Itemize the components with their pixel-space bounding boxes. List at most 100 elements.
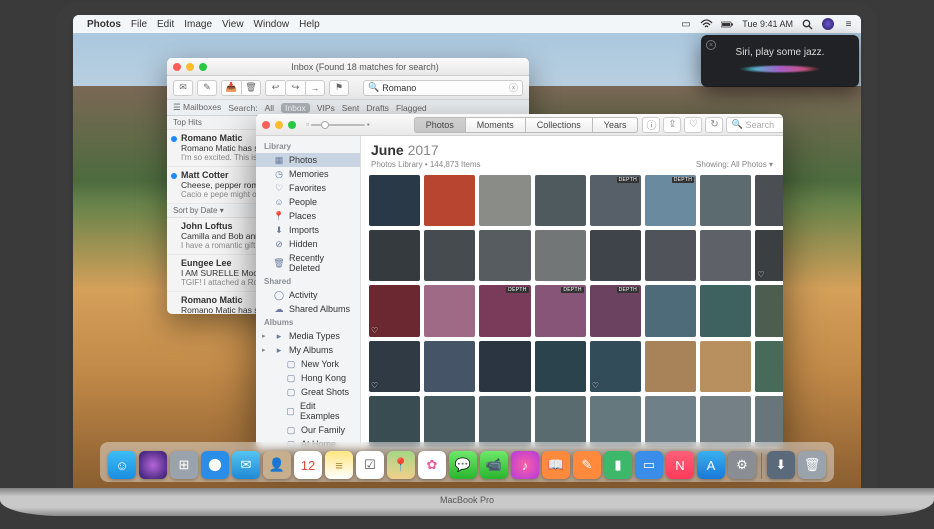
forward-button[interactable]: →: [305, 80, 325, 96]
photos-sidebar[interactable]: Library▦Photos◷Memories♡Favorites☺People…: [256, 136, 361, 449]
airplay-icon[interactable]: ▭: [679, 18, 692, 30]
menu-edit[interactable]: Edit: [157, 19, 174, 30]
tab-moments[interactable]: Moments: [465, 117, 525, 133]
dock-launchpad[interactable]: ⊞: [170, 451, 198, 479]
photo-grid[interactable]: DEPTHDEPTH♡♡DEPTHDEPTHDEPTH♡♡: [361, 173, 783, 449]
dock-finder[interactable]: ☺: [108, 451, 136, 479]
mail-search-field[interactable]: 🔍 Romano ⓧ: [363, 80, 523, 96]
reply-button[interactable]: ↩: [265, 80, 285, 96]
sidebar-item[interactable]: ▢Hong Kong: [256, 371, 360, 385]
dock-siri[interactable]: [139, 451, 167, 479]
photo-thumbnail[interactable]: DEPTH: [479, 285, 530, 336]
photo-thumbnail[interactable]: [590, 230, 641, 281]
tab-collections[interactable]: Collections: [525, 117, 592, 133]
rotate-button[interactable]: ↻: [705, 117, 723, 133]
photo-thumbnail[interactable]: DEPTH: [590, 285, 641, 336]
photo-thumbnail[interactable]: [535, 396, 586, 447]
sidebar-item[interactable]: ▢Edit Examples: [256, 399, 360, 423]
dock-news[interactable]: N: [666, 451, 694, 479]
dock-keynote[interactable]: ▭: [635, 451, 663, 479]
photo-thumbnail[interactable]: [590, 396, 641, 447]
scope-vips[interactable]: VIPs: [317, 103, 335, 113]
photo-thumbnail[interactable]: [369, 396, 420, 447]
photo-thumbnail[interactable]: [755, 285, 783, 336]
dock-calendar[interactable]: 12: [294, 451, 322, 479]
photo-thumbnail[interactable]: ♡: [369, 285, 420, 336]
siri-menubar-icon[interactable]: [822, 18, 834, 30]
sidebar-item[interactable]: ▸▸My Albums: [256, 343, 360, 357]
sidebar-item[interactable]: ▦Photos: [256, 153, 360, 167]
menu-file[interactable]: File: [131, 19, 147, 30]
wifi-icon[interactable]: [700, 18, 713, 30]
sidebar-item[interactable]: ⬇Imports: [256, 223, 360, 237]
zoom-button[interactable]: [288, 121, 296, 129]
photo-thumbnail[interactable]: [424, 341, 475, 392]
photos-search-field[interactable]: 🔍 Search: [726, 117, 783, 133]
spotlight-icon[interactable]: [801, 18, 814, 30]
dock-itunes[interactable]: ♪: [511, 451, 539, 479]
menu-window[interactable]: Window: [254, 19, 290, 30]
menubar-clock[interactable]: Tue 9:41 AM: [742, 19, 793, 29]
photo-thumbnail[interactable]: [645, 341, 696, 392]
photo-thumbnail[interactable]: [645, 396, 696, 447]
photo-thumbnail[interactable]: [479, 396, 530, 447]
dock-numbers[interactable]: ▮: [604, 451, 632, 479]
dock-mail[interactable]: ✉: [232, 451, 260, 479]
dock-ibooks[interactable]: 📖: [542, 451, 570, 479]
photo-thumbnail[interactable]: [535, 230, 586, 281]
battery-icon[interactable]: [721, 18, 734, 30]
photo-thumbnail[interactable]: [424, 230, 475, 281]
compose-button[interactable]: ✎: [197, 80, 217, 96]
dock-safari[interactable]: ✦: [201, 451, 229, 479]
sidebar-item[interactable]: ☺People: [256, 195, 360, 209]
sidebar-item[interactable]: ⊘Hidden: [256, 237, 360, 251]
zoom-button[interactable]: [199, 63, 207, 71]
photo-thumbnail[interactable]: [700, 230, 751, 281]
delete-button[interactable]: 🗑: [241, 80, 261, 96]
photo-thumbnail[interactable]: [479, 230, 530, 281]
dock-facetime[interactable]: 📹: [480, 451, 508, 479]
notification-center-icon[interactable]: ≡: [842, 18, 855, 30]
share-button[interactable]: ⇪: [663, 117, 681, 133]
photo-thumbnail[interactable]: [424, 175, 475, 226]
showing-filter[interactable]: Showing: All Photos ▾: [696, 160, 773, 169]
sidebar-item[interactable]: ▢Our Family: [256, 423, 360, 437]
photo-thumbnail[interactable]: [535, 175, 586, 226]
photo-thumbnail[interactable]: ♡: [755, 230, 783, 281]
photo-thumbnail[interactable]: [700, 396, 751, 447]
close-button[interactable]: [262, 121, 270, 129]
sidebar-item[interactable]: ▢New York: [256, 357, 360, 371]
clear-search-icon[interactable]: ⓧ: [509, 81, 518, 94]
dock-pages[interactable]: ✎: [573, 451, 601, 479]
dock-messages[interactable]: 💬: [449, 451, 477, 479]
dock-contacts[interactable]: 👤: [263, 451, 291, 479]
menu-help[interactable]: Help: [299, 19, 320, 30]
photo-thumbnail[interactable]: ♡: [369, 341, 420, 392]
photo-thumbnail[interactable]: [645, 285, 696, 336]
sidebar-item[interactable]: 📍Places: [256, 209, 360, 223]
mail-titlebar[interactable]: Inbox (Found 18 matches for search): [167, 58, 529, 76]
info-button[interactable]: ⓘ: [642, 117, 660, 133]
photo-thumbnail[interactable]: [755, 396, 783, 447]
photo-thumbnail[interactable]: DEPTH: [535, 285, 586, 336]
disclosure-icon[interactable]: ▸: [262, 346, 266, 354]
dock-maps[interactable]: 📍: [387, 451, 415, 479]
get-mail-button[interactable]: ✉: [173, 80, 193, 96]
photo-thumbnail[interactable]: [369, 175, 420, 226]
sidebar-item[interactable]: 🗑Recently Deleted: [256, 251, 360, 275]
photo-thumbnail[interactable]: ♡: [590, 341, 641, 392]
sidebar-item[interactable]: ◷Memories: [256, 167, 360, 181]
app-menu[interactable]: Photos: [87, 19, 121, 30]
minimize-button[interactable]: [275, 121, 283, 129]
sidebar-item[interactable]: ☁Shared Albums: [256, 302, 360, 316]
dock-reminders[interactable]: ☑: [356, 451, 384, 479]
photo-thumbnail[interactable]: [535, 341, 586, 392]
photo-thumbnail[interactable]: [479, 175, 530, 226]
photo-thumbnail[interactable]: [700, 341, 751, 392]
sidebar-item[interactable]: ♡Favorites: [256, 181, 360, 195]
close-button[interactable]: [173, 63, 181, 71]
scope-drafts[interactable]: Drafts: [366, 103, 389, 113]
minimize-button[interactable]: [186, 63, 194, 71]
photo-thumbnail[interactable]: [700, 285, 751, 336]
dock-photos[interactable]: ✿: [418, 451, 446, 479]
